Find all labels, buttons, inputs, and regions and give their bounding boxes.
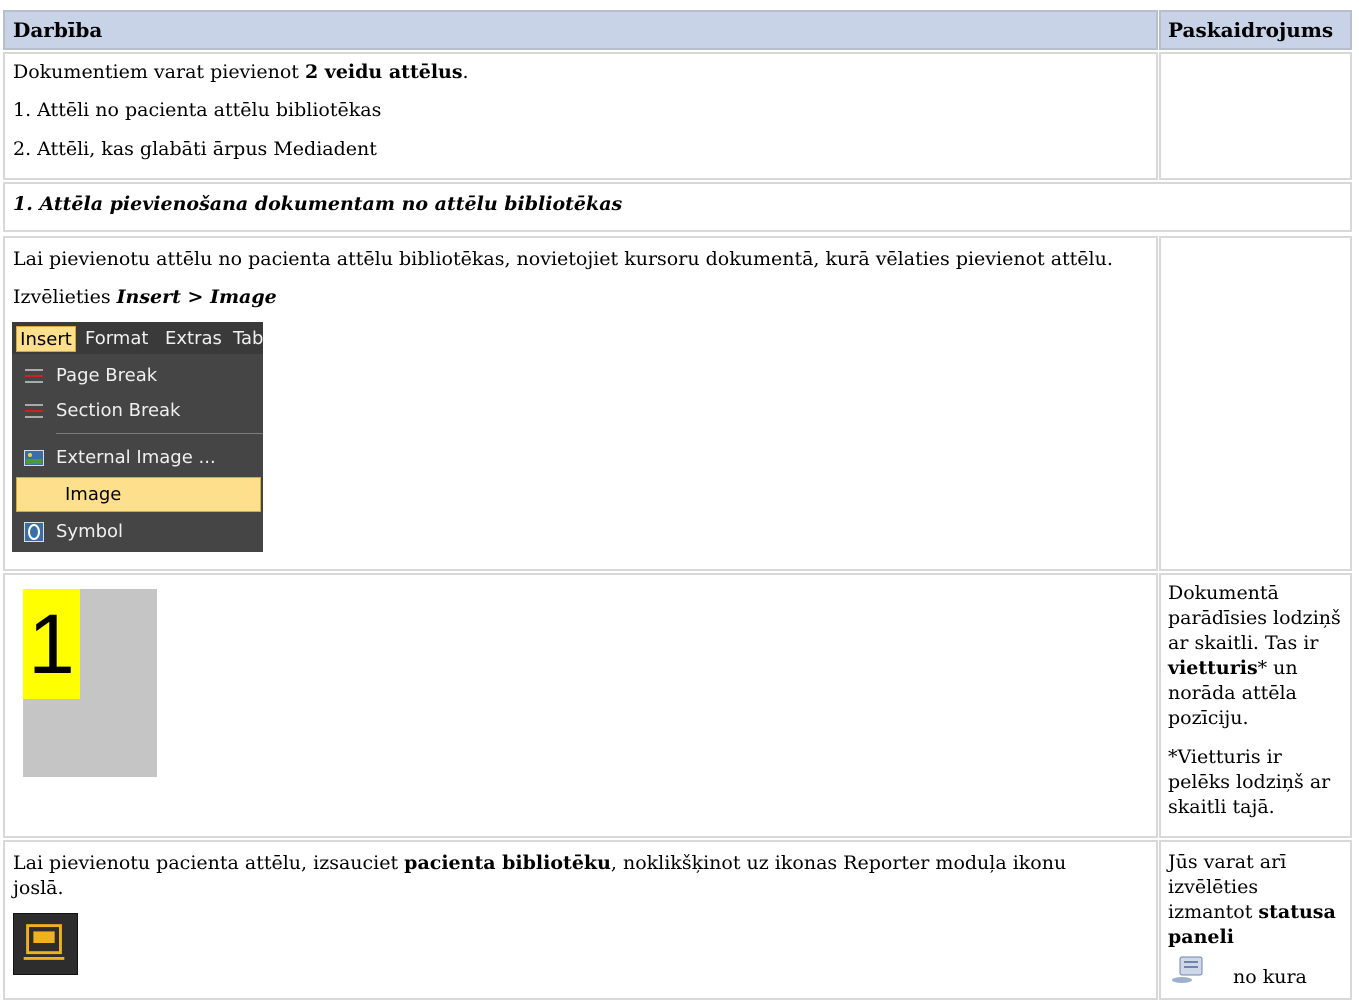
header-cell-action	[3, 10, 1158, 50]
row5-text: Lai pievienotu pacienta attēlu, izsaucie…	[13, 851, 1133, 901]
row1-item-2: 2. Attēli, kas glabāti ārpus Mediadent	[13, 138, 377, 160]
row5-text-line2: joslā.	[13, 877, 64, 899]
menu-item-label: Section Break	[56, 400, 181, 421]
patient-library-icon[interactable]	[13, 913, 78, 975]
row5-text-bold: pacienta bibliotēku	[404, 852, 611, 874]
menu-item-page-break[interactable]: Page Break	[12, 359, 263, 393]
row3-choose-prefix: Izvēlieties	[13, 286, 117, 308]
status-panel-icon	[1172, 956, 1203, 983]
placeholder-number: 1	[23, 589, 80, 699]
menu-item-label: Symbol	[56, 521, 124, 542]
section-break-icon	[25, 404, 43, 418]
row3-choose-path: Insert > Image	[116, 286, 277, 308]
row1-intro-bold: 2 veidu attēlus	[304, 61, 463, 83]
header-explanation: Paskaidrojums	[1168, 18, 1334, 42]
menu-format[interactable]: Format	[85, 326, 148, 352]
row5-text-prefix: Lai pievienotu pacienta attēlu, izsaucie…	[13, 852, 405, 874]
menu-extras[interactable]: Extras	[165, 326, 222, 352]
symbol-icon	[24, 522, 44, 542]
menu-bar: Insert Format Extras Tab	[12, 322, 263, 354]
row1-intro-prefix: Dokumentiem varat pievienot	[13, 61, 305, 83]
row1-explanation-cell	[1159, 52, 1352, 180]
menu-tab[interactable]: Tab	[233, 326, 263, 352]
row5-side-cut: no kura	[1233, 966, 1307, 988]
external-image-icon	[24, 450, 44, 466]
row5-text-suffix: , noklikšķinot uz ikonas Reporter moduļa…	[610, 852, 1067, 874]
row1-intro: Dokumentiem varat pievienot 2 veidu attē…	[13, 61, 469, 83]
menu-item-label: Image	[65, 484, 122, 505]
page-break-icon	[25, 369, 43, 383]
menu-item-section-break[interactable]: Section Break	[12, 394, 263, 428]
library-icon-glyph	[23, 924, 65, 960]
row1-item-1: 1. Attēli no pacienta attēlu bibliotēkas	[13, 99, 382, 121]
menu-item-label: External Image ...	[56, 447, 216, 468]
menu-item-label: Page Break	[56, 365, 158, 386]
row3-explanation-cell	[1159, 236, 1352, 571]
header-action: Darbība	[13, 18, 103, 42]
menu-item-external-image[interactable]: External Image ...	[12, 441, 263, 475]
row5-explanation: Jūs varat arī izvēlēties izmantot status…	[1168, 850, 1344, 950]
row4-side-text: Dokumentā parādīsies lodziņš ar skaitli.…	[1168, 582, 1341, 654]
row4-explanation-para: Dokumentā parādīsies lodziņš ar skaitli.…	[1168, 581, 1344, 731]
row4-explanation: Dokumentā parādīsies lodziņš ar skaitli.…	[1168, 581, 1344, 820]
row4-explanation-note: *Vietturis ir pelēks lodziņš ar skaitli …	[1168, 746, 1331, 818]
row1-intro-suffix: .	[462, 61, 469, 83]
menu-item-symbol[interactable]: Symbol	[12, 515, 263, 549]
row4-side-bold: vietturis	[1168, 657, 1258, 679]
image-placeholder: 1	[23, 589, 157, 777]
row3-choose: Izvēlieties Insert > Image	[13, 286, 277, 308]
row3-instruction: Lai pievienotu attēlu no pacienta attēlu…	[13, 248, 1113, 270]
menu-separator	[56, 433, 263, 434]
menu-insert[interactable]: Insert	[16, 326, 76, 352]
insert-menu-screenshot: Insert Format Extras Tab Page Break Sect…	[12, 322, 263, 552]
menu-item-image[interactable]: Image	[16, 477, 261, 512]
section-title: 1. Attēla pievienošana dokumentam no att…	[13, 193, 623, 215]
row4-action-cell	[3, 573, 1158, 838]
